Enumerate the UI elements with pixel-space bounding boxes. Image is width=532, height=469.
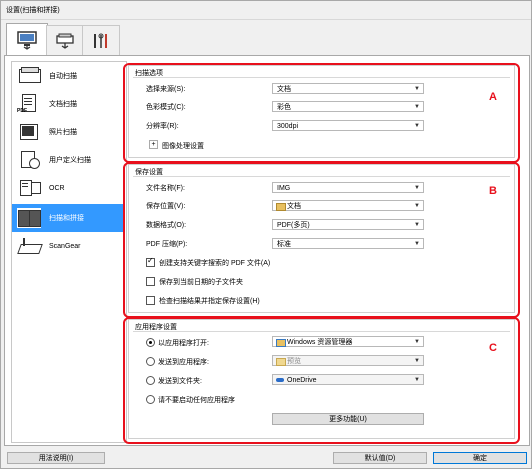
window-title: 设置(扫描和拼接) (6, 7, 60, 14)
sidebar-item-label: OCR (49, 184, 65, 192)
title-divider (1, 19, 531, 20)
computer-scan-icon (17, 31, 37, 50)
scangear-icon (17, 236, 43, 256)
ok-button[interactable]: 确定 (433, 452, 527, 464)
custom-scan-icon (17, 150, 41, 170)
sidebar-item-document-scan[interactable]: PDF 文档扫描 (12, 90, 124, 118)
ocr-icon (17, 178, 41, 198)
help-button[interactable]: 用法说明(I) (7, 452, 105, 464)
sidebar-item-label: 照片扫描 (49, 129, 77, 136)
photo-scan-icon (17, 122, 41, 142)
sidebar-item-label: ScanGear (49, 242, 81, 250)
document-scan-icon: PDF (17, 94, 41, 114)
tools-icon (94, 33, 107, 48)
sidebar-item-label: 用户定义扫描 (49, 157, 91, 164)
settings-window: 设置(扫描和拼接) 自动扫描 PDF 文档扫描 照片扫描 用户定义扫描 OCR … (0, 0, 532, 469)
tab-scan-from-panel[interactable] (46, 25, 84, 56)
tab-scan-from-computer[interactable] (6, 23, 48, 56)
highlight-c (123, 317, 520, 444)
scanner-network-icon (56, 33, 74, 49)
sidebar-item-label: 文档扫描 (49, 101, 77, 108)
sidebar-item-label: 自动扫描 (49, 73, 77, 80)
sidebar-item-auto-scan[interactable]: 自动扫描 (12, 62, 124, 90)
defaults-button[interactable]: 默认值(D) (333, 452, 427, 464)
sidebar-item-label: 扫描和拼接 (49, 215, 84, 222)
highlight-a (123, 63, 520, 163)
sidebar-item-scangear[interactable]: ScanGear (12, 232, 124, 260)
sidebar-item-scan-stitch[interactable]: 扫描和拼接 (12, 204, 124, 232)
tab-general-settings[interactable] (82, 25, 120, 56)
sidebar-item-custom-scan[interactable]: 用户定义扫描 (12, 146, 124, 174)
stitch-icon (17, 208, 41, 228)
highlight-b (123, 162, 520, 318)
sidebar-item-ocr[interactable]: OCR (12, 174, 124, 202)
auto-scan-icon (17, 66, 41, 86)
sidebar-item-photo-scan[interactable]: 照片扫描 (12, 118, 124, 146)
